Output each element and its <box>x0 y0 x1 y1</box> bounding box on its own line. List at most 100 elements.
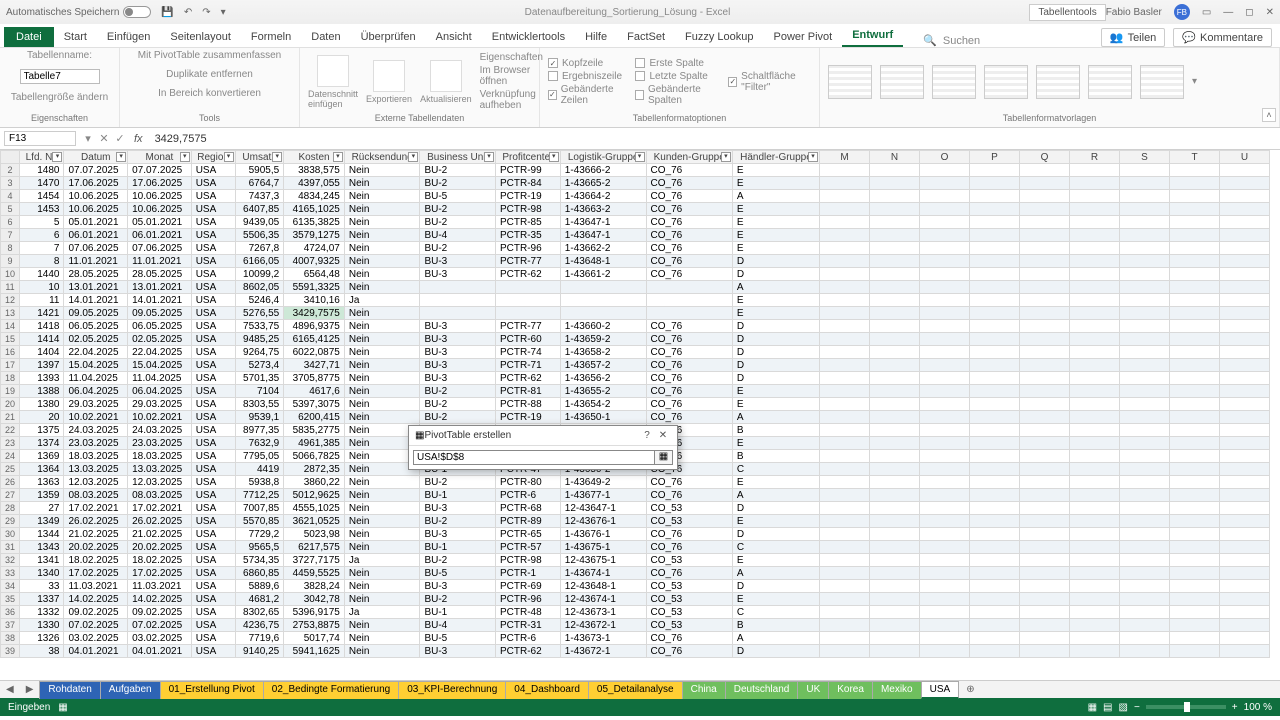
cell[interactable] <box>1170 606 1220 619</box>
cell[interactable]: 1369 <box>20 450 64 463</box>
cell[interactable]: 6564,48 <box>284 268 345 281</box>
cell[interactable] <box>870 359 920 372</box>
column-letter[interactable]: S <box>1120 151 1170 164</box>
cell[interactable]: 28.05.2025 <box>64 268 128 281</box>
cell[interactable]: 14.01.2021 <box>64 294 128 307</box>
cell[interactable]: 12-43673-1 <box>560 606 646 619</box>
cell[interactable]: 6135,3825 <box>284 216 345 229</box>
cell[interactable] <box>1070 567 1120 580</box>
row-header[interactable]: 25 <box>1 463 20 476</box>
cell[interactable] <box>820 307 870 320</box>
cell[interactable]: Nein <box>344 320 420 333</box>
cell[interactable]: 11.01.2021 <box>64 255 128 268</box>
cell[interactable] <box>1020 385 1070 398</box>
cell[interactable]: 04.01.2021 <box>128 645 192 658</box>
cell[interactable]: 03.02.2025 <box>64 632 128 645</box>
cell[interactable] <box>920 606 970 619</box>
cell[interactable] <box>1120 502 1170 515</box>
cell[interactable]: Nein <box>344 203 420 216</box>
cell[interactable] <box>1220 385 1270 398</box>
cell[interactable]: Nein <box>344 385 420 398</box>
cell[interactable]: 1404 <box>20 346 64 359</box>
cell[interactable]: 1-43658-2 <box>560 346 646 359</box>
cell[interactable]: 7729,2 <box>235 528 284 541</box>
cell[interactable] <box>970 528 1020 541</box>
cell[interactable] <box>1020 164 1070 177</box>
cell[interactable]: 17.02.2025 <box>128 567 192 580</box>
column-letter[interactable]: P <box>970 151 1020 164</box>
cell[interactable] <box>970 554 1020 567</box>
cell[interactable]: CO_53 <box>646 515 732 528</box>
slicer-icon[interactable] <box>317 55 349 87</box>
cell[interactable] <box>1170 216 1220 229</box>
row-header[interactable]: 12 <box>1 294 20 307</box>
cell[interactable] <box>1220 372 1270 385</box>
cell[interactable]: CO_76 <box>646 346 732 359</box>
cell[interactable] <box>1070 281 1120 294</box>
cell[interactable]: 07.06.2025 <box>128 242 192 255</box>
cell[interactable]: B <box>732 424 819 437</box>
cell[interactable] <box>1020 320 1070 333</box>
sheet-tab[interactable]: Rohdaten <box>39 681 100 699</box>
column-header[interactable]: Business Unit▾ <box>420 151 496 164</box>
cell[interactable]: 1337 <box>20 593 64 606</box>
cell[interactable] <box>1120 541 1170 554</box>
cell[interactable] <box>1120 242 1170 255</box>
cell[interactable]: 06.05.2025 <box>128 320 192 333</box>
row-header[interactable]: 16 <box>1 346 20 359</box>
cell[interactable] <box>970 216 1020 229</box>
cell[interactable] <box>970 229 1020 242</box>
cell[interactable]: 13.03.2025 <box>64 463 128 476</box>
cell[interactable]: A <box>732 281 819 294</box>
cell[interactable]: D <box>732 346 819 359</box>
cell[interactable]: CO_76 <box>646 203 732 216</box>
cell[interactable] <box>870 281 920 294</box>
cell[interactable] <box>1120 632 1170 645</box>
cell[interactable] <box>1020 203 1070 216</box>
cell[interactable] <box>420 294 496 307</box>
cell[interactable]: 09.02.2025 <box>128 606 192 619</box>
cell[interactable] <box>870 489 920 502</box>
cell[interactable]: CO_76 <box>646 359 732 372</box>
cell[interactable]: 4896,9375 <box>284 320 345 333</box>
cell[interactable] <box>970 177 1020 190</box>
sheet-tab[interactable]: 02_Bedingte Formatierung <box>263 681 399 699</box>
cell[interactable]: 08.03.2025 <box>128 489 192 502</box>
cell[interactable] <box>1170 229 1220 242</box>
cell[interactable]: D <box>732 645 819 658</box>
dropdown-icon[interactable]: ▾ <box>80 132 96 145</box>
cell[interactable] <box>870 190 920 203</box>
cell[interactable] <box>920 255 970 268</box>
tab-fuzzy[interactable]: Fuzzy Lookup <box>675 27 763 47</box>
cell[interactable]: CO_76 <box>646 645 732 658</box>
cell[interactable]: PCTR-71 <box>496 359 561 372</box>
cell[interactable] <box>1070 203 1120 216</box>
cell[interactable]: 11.04.2025 <box>128 372 192 385</box>
cell[interactable] <box>1070 489 1120 502</box>
cell[interactable] <box>1120 281 1170 294</box>
cell[interactable] <box>1120 164 1170 177</box>
cell[interactable]: USA <box>191 528 235 541</box>
cell[interactable]: 1-43677-1 <box>560 489 646 502</box>
cell[interactable]: 07.06.2025 <box>64 242 128 255</box>
cell[interactable]: E <box>732 203 819 216</box>
cell[interactable] <box>1170 372 1220 385</box>
row-header[interactable]: 15 <box>1 333 20 346</box>
cell[interactable] <box>1020 502 1070 515</box>
cell[interactable] <box>1070 619 1120 632</box>
cell[interactable] <box>1020 281 1070 294</box>
cell[interactable] <box>1220 593 1270 606</box>
cell[interactable]: 1418 <box>20 320 64 333</box>
cell[interactable] <box>1220 489 1270 502</box>
cell[interactable]: 1-43675-1 <box>560 541 646 554</box>
cell[interactable] <box>970 281 1020 294</box>
cell[interactable] <box>1170 528 1220 541</box>
row-header[interactable]: 27 <box>1 489 20 502</box>
cell[interactable]: 1380 <box>20 398 64 411</box>
cell[interactable]: 8977,35 <box>235 424 284 437</box>
cell[interactable] <box>870 307 920 320</box>
table-style-2[interactable] <box>880 65 924 99</box>
cell[interactable] <box>870 580 920 593</box>
cell[interactable]: USA <box>191 333 235 346</box>
cell[interactable] <box>970 164 1020 177</box>
